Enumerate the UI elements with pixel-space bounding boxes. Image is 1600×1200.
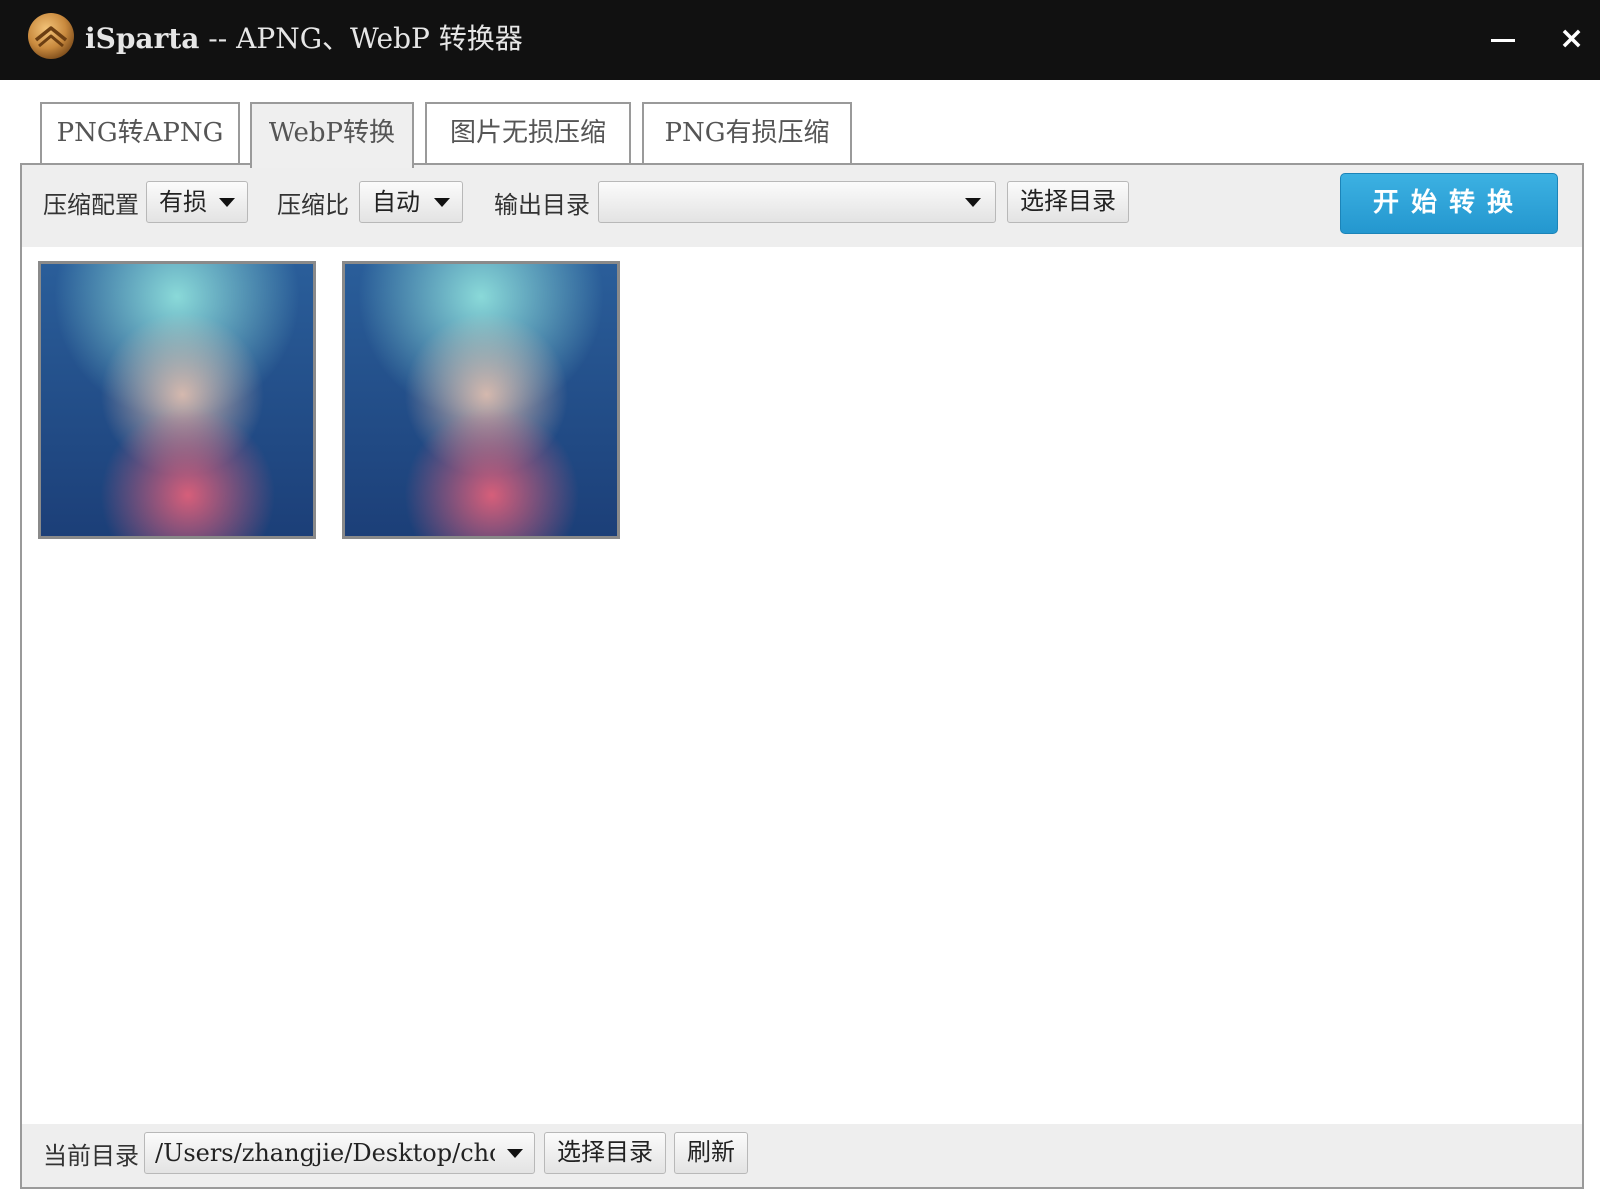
output-dir-dropdown[interactable]	[598, 181, 996, 223]
window-title-text: -- APNG、WebP 转换器	[199, 22, 523, 55]
app-window: iSparta -- APNG、WebP 转换器 × PNG转APNG WebP…	[0, 0, 1600, 1200]
thumbnail-image	[345, 264, 617, 536]
close-icon: ×	[1559, 21, 1585, 56]
chevron-down-icon	[507, 1149, 523, 1158]
current-dir-label: 当前目录	[43, 1142, 139, 1170]
tab-png-lossy-compress[interactable]: PNG有损压缩	[642, 102, 852, 163]
close-button[interactable]: ×	[1550, 20, 1590, 60]
thumbnail-image	[41, 264, 313, 536]
tab-png-to-apng[interactable]: PNG转APNG	[40, 102, 240, 163]
current-dir-dropdown[interactable]: /Users/zhangjie/Desktop/chonger/apl	[144, 1132, 535, 1174]
tab-webp-convert[interactable]: WebP转换	[250, 102, 414, 168]
start-convert-button[interactable]: 开始转换	[1340, 173, 1558, 234]
window-title: iSparta -- APNG、WebP 转换器	[85, 20, 523, 58]
compress-ratio-label: 压缩比	[277, 191, 349, 219]
choose-output-dir-button[interactable]: 选择目录	[1007, 181, 1129, 223]
main-panel: 压缩配置 有损 压缩比 自动 输出目录 选择目录 开始转换 当前目录 /User…	[20, 163, 1584, 1189]
window-title-brand: iSparta	[85, 22, 200, 55]
tab-lossless-compress[interactable]: 图片无损压缩	[425, 102, 631, 163]
choose-current-dir-button[interactable]: 选择目录	[544, 1132, 666, 1174]
refresh-button[interactable]: 刷新	[674, 1132, 748, 1174]
title-bar: iSparta -- APNG、WebP 转换器 ×	[0, 0, 1600, 80]
app-logo-icon	[28, 13, 74, 59]
output-dir-label: 输出目录	[494, 191, 590, 219]
chevron-down-icon	[434, 198, 450, 207]
chevron-down-icon	[219, 198, 235, 207]
bottom-bar: 当前目录 /Users/zhangjie/Desktop/chonger/apl…	[22, 1124, 1582, 1187]
current-dir-value: /Users/zhangjie/Desktop/chonger/apl	[155, 1139, 495, 1167]
minimize-button[interactable]	[1483, 20, 1523, 60]
compress-config-dropdown[interactable]: 有损	[146, 181, 248, 223]
compress-ratio-dropdown[interactable]: 自动	[359, 181, 463, 223]
image-grid	[22, 247, 1582, 1107]
chevron-down-icon	[965, 198, 981, 207]
compress-config-label: 压缩配置	[43, 191, 139, 219]
image-thumbnail[interactable]	[38, 261, 316, 539]
image-thumbnail[interactable]	[342, 261, 620, 539]
compress-config-value: 有损	[159, 188, 207, 216]
toolbar: 压缩配置 有损 压缩比 自动 输出目录 选择目录 开始转换	[22, 165, 1582, 247]
compress-ratio-value: 自动	[372, 188, 420, 216]
